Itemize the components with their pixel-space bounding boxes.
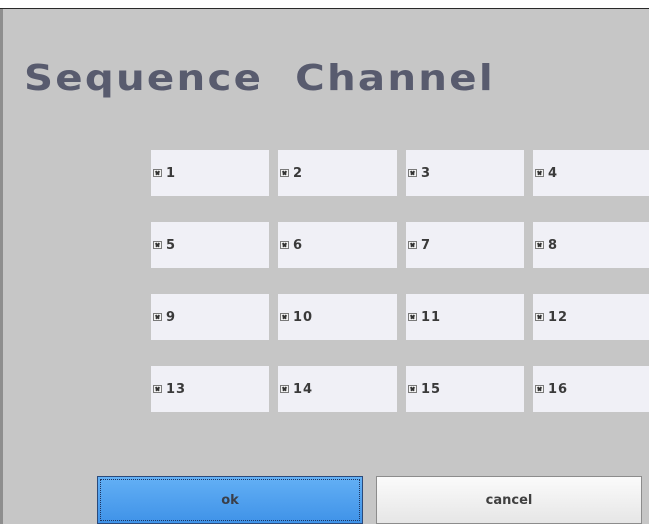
cancel-button[interactable]: cancel xyxy=(376,476,642,524)
checkbox-checked-icon[interactable] xyxy=(153,241,162,249)
channel-label: 11 xyxy=(421,309,442,325)
channel-checkbox-15[interactable]: 15 xyxy=(406,366,524,412)
channel-grid: 1 2 3 4 5 6 7 8 9 10 11 12 13 14 15 16 xyxy=(151,150,649,412)
checkbox-checked-icon[interactable] xyxy=(153,385,162,393)
channel-label: 5 xyxy=(166,237,177,253)
checkbox-checked-icon[interactable] xyxy=(408,241,417,249)
checkbox-checked-icon[interactable] xyxy=(535,313,544,321)
channel-label: 1 xyxy=(166,165,177,181)
channel-checkbox-16[interactable]: 16 xyxy=(533,366,649,412)
window-left-border xyxy=(0,9,3,524)
channel-checkbox-6[interactable]: 6 xyxy=(278,222,397,268)
channel-checkbox-9[interactable]: 9 xyxy=(151,294,269,340)
window-top-border xyxy=(0,0,649,9)
channel-checkbox-12[interactable]: 12 xyxy=(533,294,649,340)
channel-checkbox-10[interactable]: 10 xyxy=(278,294,397,340)
checkbox-checked-icon[interactable] xyxy=(280,241,289,249)
checkbox-checked-icon[interactable] xyxy=(535,169,544,177)
channel-checkbox-8[interactable]: 8 xyxy=(533,222,649,268)
channel-label: 14 xyxy=(293,381,314,397)
checkbox-checked-icon[interactable] xyxy=(280,385,289,393)
channel-checkbox-3[interactable]: 3 xyxy=(406,150,524,196)
cancel-button-label: cancel xyxy=(485,492,533,508)
dialog-title: Sequence Channel xyxy=(24,58,495,99)
checkbox-checked-icon[interactable] xyxy=(535,241,544,249)
channel-label: 8 xyxy=(548,237,559,253)
channel-label: 16 xyxy=(548,381,569,397)
channel-label: 3 xyxy=(421,165,432,181)
channel-checkbox-13[interactable]: 13 xyxy=(151,366,269,412)
channel-label: 4 xyxy=(548,165,559,181)
channel-checkbox-4[interactable]: 4 xyxy=(533,150,649,196)
channel-checkbox-1[interactable]: 1 xyxy=(151,150,269,196)
channel-checkbox-14[interactable]: 14 xyxy=(278,366,397,412)
focus-ring xyxy=(100,479,360,521)
checkbox-checked-icon[interactable] xyxy=(535,385,544,393)
channel-label: 12 xyxy=(548,309,569,325)
channel-label: 7 xyxy=(421,237,432,253)
ok-button[interactable]: ok xyxy=(97,476,363,524)
channel-checkbox-2[interactable]: 2 xyxy=(278,150,397,196)
checkbox-checked-icon[interactable] xyxy=(408,169,417,177)
channel-label: 6 xyxy=(293,237,304,253)
channel-checkbox-7[interactable]: 7 xyxy=(406,222,524,268)
channel-label: 10 xyxy=(293,309,314,325)
checkbox-checked-icon[interactable] xyxy=(153,313,162,321)
channel-label: 15 xyxy=(421,381,442,397)
checkbox-checked-icon[interactable] xyxy=(280,313,289,321)
channel-label: 2 xyxy=(293,165,304,181)
checkbox-checked-icon[interactable] xyxy=(408,385,417,393)
checkbox-checked-icon[interactable] xyxy=(280,169,289,177)
channel-label: 13 xyxy=(166,381,187,397)
channel-checkbox-11[interactable]: 11 xyxy=(406,294,524,340)
checkbox-checked-icon[interactable] xyxy=(408,313,417,321)
checkbox-checked-icon[interactable] xyxy=(153,169,162,177)
channel-label: 9 xyxy=(166,309,177,325)
channel-checkbox-5[interactable]: 5 xyxy=(151,222,269,268)
